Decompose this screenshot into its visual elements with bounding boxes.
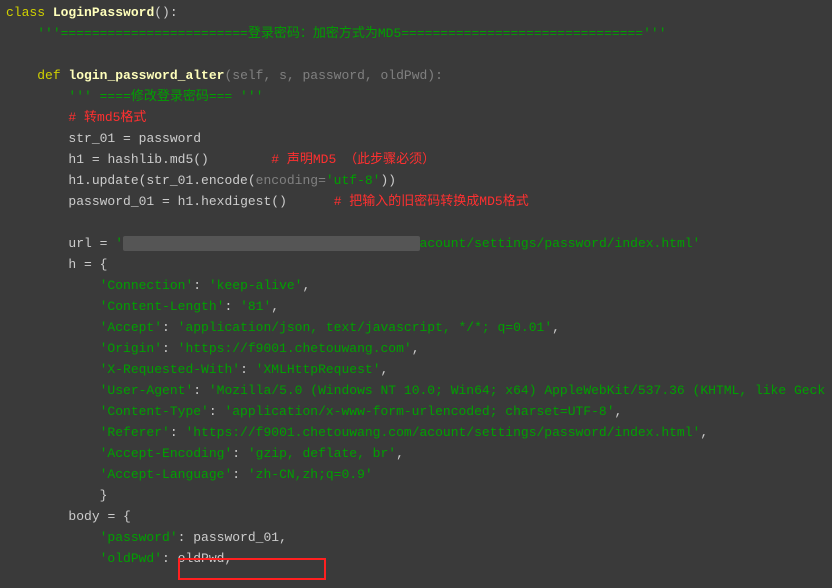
comma: ,: [396, 446, 404, 461]
colon: :: [232, 467, 248, 482]
docstring-2: ''' ====修改登录密码=== ''': [68, 89, 263, 104]
colon: :: [162, 551, 178, 566]
expr: h: [68, 257, 84, 272]
dict-val: 'XMLHttpRequest': [256, 362, 381, 377]
comma: ,: [279, 530, 287, 545]
comma: ,: [412, 341, 420, 356]
dict-val: 'https://f9001.chetouwang.com/acount/set…: [185, 425, 700, 440]
colon: :: [193, 278, 209, 293]
brace-close: }: [100, 488, 108, 503]
comment-1: # 转md5格式: [68, 110, 146, 125]
colon: :: [209, 404, 225, 419]
expr: h1.update(str_01.encode(: [68, 173, 255, 188]
dict-val: 'Mozilla/5.0 (Windows NT 10.0; Win64; x6…: [209, 383, 825, 398]
expr: password_01: [68, 194, 162, 209]
comment-3: # 把输入的旧密码转换成MD5格式: [287, 194, 529, 209]
func-name: login_password_alter: [68, 68, 224, 83]
comma: ,: [271, 299, 279, 314]
class-name: LoginPassword: [53, 5, 154, 20]
dict-val-ident: oldPwd: [178, 551, 225, 566]
kwarg: encoding=: [256, 173, 326, 188]
dict-val: '81': [240, 299, 271, 314]
colon: :: [162, 341, 178, 356]
dict-key: 'Accept-Encoding': [100, 446, 233, 461]
docstring-1: '''========================登录密码：加密方式为MD5…: [37, 26, 666, 41]
comma: ,: [552, 320, 560, 335]
dict-key: 'oldPwd': [100, 551, 162, 566]
expr: h1: [68, 152, 91, 167]
dict-key: 'Accept-Language': [100, 467, 233, 482]
dict-key: 'Connection': [100, 278, 194, 293]
dict-val: 'application/x-www-form-urlencoded; char…: [224, 404, 614, 419]
dict-val: 'https://f9001.chetouwang.com': [178, 341, 412, 356]
dict-val-ident: password_01: [193, 530, 279, 545]
dict-key: 'Content-Length': [100, 299, 225, 314]
expr: str_01: [68, 131, 123, 146]
comma: ,: [700, 425, 708, 440]
kw-class: class: [6, 5, 45, 20]
colon: :: [170, 5, 178, 20]
dict-key: 'User-Agent': [100, 383, 194, 398]
comment-2: # 声明MD5 （此步骤必须）: [209, 152, 435, 167]
expr: hashlib.md5(): [100, 152, 209, 167]
comma: ,: [224, 551, 232, 566]
expr: url: [68, 236, 99, 251]
dict-val: 'keep-alive': [209, 278, 303, 293]
redacted: [123, 236, 419, 251]
string: acount/settings/password/index.html': [420, 236, 701, 251]
dict-key: 'Origin': [100, 341, 162, 356]
expr: body: [68, 509, 107, 524]
colon: :: [193, 383, 209, 398]
dict-key: 'Referer': [100, 425, 170, 440]
eq: =: [84, 257, 92, 272]
eq: =: [92, 152, 100, 167]
brace: {: [115, 509, 131, 524]
comma: ,: [615, 404, 623, 419]
expr: h1.hexdigest(): [170, 194, 287, 209]
comma: ,: [381, 362, 389, 377]
kw-def: def: [37, 68, 60, 83]
dict-key: 'Content-Type': [100, 404, 209, 419]
code-editor[interactable]: class LoginPassword(): '''==============…: [0, 2, 832, 569]
dict-val: 'application/json, text/javascript, */*;…: [178, 320, 552, 335]
string: ': [107, 236, 123, 251]
colon: :: [178, 530, 194, 545]
comma: ,: [302, 278, 310, 293]
func-params: (self, s, password, oldPwd):: [224, 68, 442, 83]
dict-val: 'zh-CN,zh;q=0.9': [248, 467, 373, 482]
eq: =: [162, 194, 170, 209]
eq: =: [123, 131, 131, 146]
dict-key: 'Accept': [100, 320, 162, 335]
expr: password: [131, 131, 201, 146]
expr: )): [380, 173, 396, 188]
paren: (): [154, 5, 170, 20]
colon: :: [224, 299, 240, 314]
dict-key: 'X-Requested-With': [100, 362, 240, 377]
colon: :: [162, 320, 178, 335]
brace: {: [92, 257, 108, 272]
colon: :: [232, 446, 248, 461]
dict-key: 'password': [100, 530, 178, 545]
colon: :: [170, 425, 186, 440]
string: 'utf-8': [326, 173, 381, 188]
dict-val: 'gzip, deflate, br': [248, 446, 396, 461]
colon: :: [240, 362, 256, 377]
